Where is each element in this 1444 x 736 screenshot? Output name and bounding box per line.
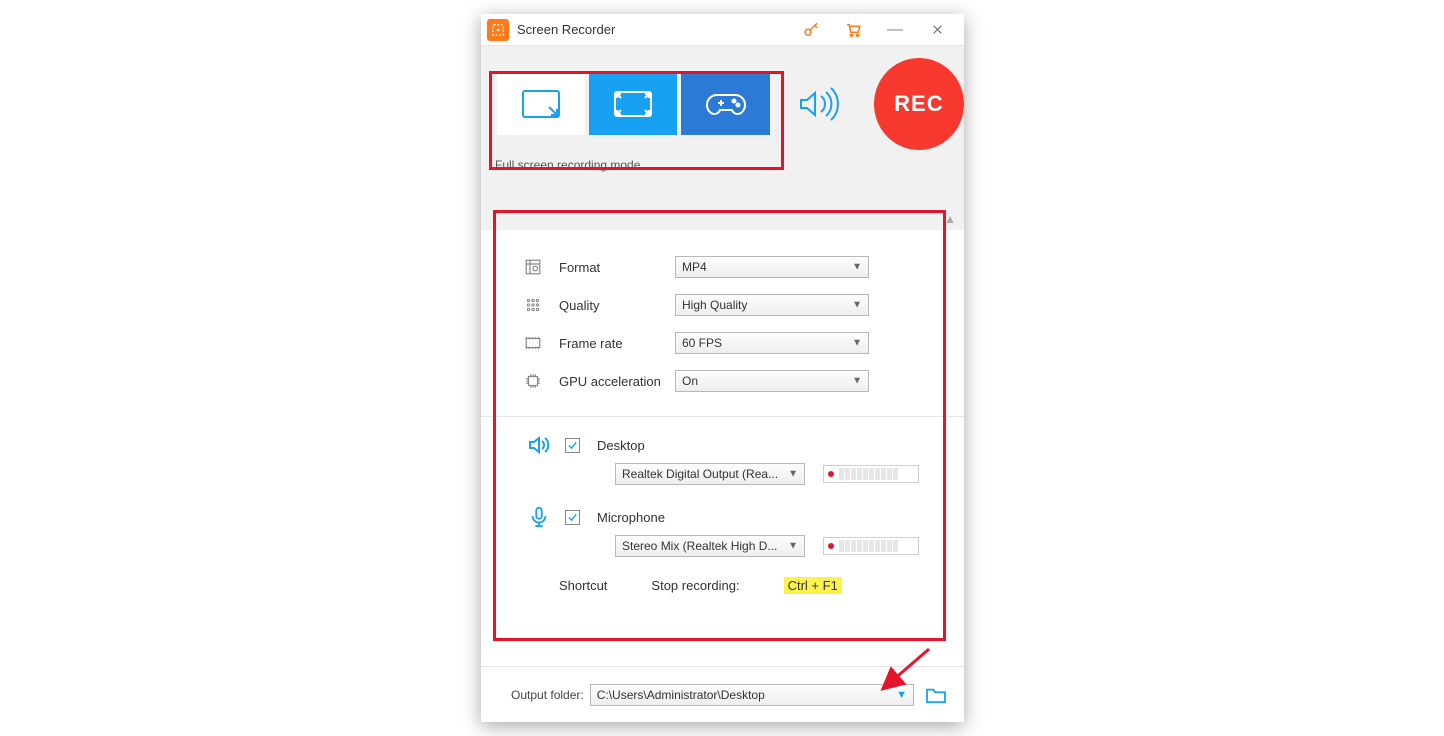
record-button[interactable]: REC [874,58,964,150]
mode-fullscreen-button[interactable] [589,73,677,135]
desktop-device-select[interactable]: Realtek Digital Output (Rea...▼ [615,463,805,485]
collapse-toggle[interactable]: ▲ [944,212,956,226]
framerate-label: Frame rate [545,336,675,351]
format-label: Format [545,260,675,275]
app-title: Screen Recorder [517,22,615,37]
desktop-checkbox[interactable] [565,438,580,453]
microphone-device-select[interactable]: Stereo Mix (Realtek High D...▼ [615,535,805,557]
format-select[interactable]: MP4▼ [675,256,869,278]
speaker-icon [521,433,557,457]
footer: Output folder: C:\Users\Administrator\De… [481,666,964,722]
quality-label: Quality [545,298,675,313]
quality-select[interactable]: High Quality▼ [675,294,869,316]
microphone-level-meter [823,537,919,555]
app-window: Screen Recorder — [481,14,964,722]
framerate-select[interactable]: 60 FPS▼ [675,332,869,354]
app-icon [487,19,509,41]
gpu-select[interactable]: On▼ [675,370,869,392]
framerate-icon [521,334,545,352]
minimize-button[interactable]: — [874,18,916,42]
close-button[interactable] [916,18,958,42]
cart-button[interactable] [832,18,874,42]
format-icon [521,258,545,276]
mode-audio-button[interactable] [774,73,862,135]
gpu-label: GPU acceleration [545,374,675,389]
mode-description: Full screen recording mode. [481,150,964,172]
divider [481,416,964,417]
microphone-icon [521,505,557,529]
desktop-label: Desktop [597,438,645,453]
mode-game-button[interactable] [681,73,769,135]
toolbar: REC Full screen recording mode. ▲ [481,46,964,230]
activate-key-button[interactable] [790,18,832,42]
quality-icon [521,296,545,314]
shortcut-title: Shortcut [559,578,607,593]
output-folder-select[interactable]: C:\Users\Administrator\Desktop ▼ [590,684,914,706]
shortcut-key: Ctrl + F1 [784,577,842,594]
record-label: REC [894,91,943,117]
output-folder-label: Output folder: [511,688,584,702]
mode-region-button[interactable] [497,73,585,135]
desktop-level-meter [823,465,919,483]
gpu-icon [521,372,545,390]
titlebar: Screen Recorder — [481,14,964,46]
shortcut-label: Stop recording: [651,578,739,593]
settings-panel: Format MP4▼ Quality High Quality▼ Frame … [481,230,964,604]
microphone-label: Microphone [597,510,665,525]
open-folder-button[interactable] [922,686,950,704]
microphone-checkbox[interactable] [565,510,580,525]
